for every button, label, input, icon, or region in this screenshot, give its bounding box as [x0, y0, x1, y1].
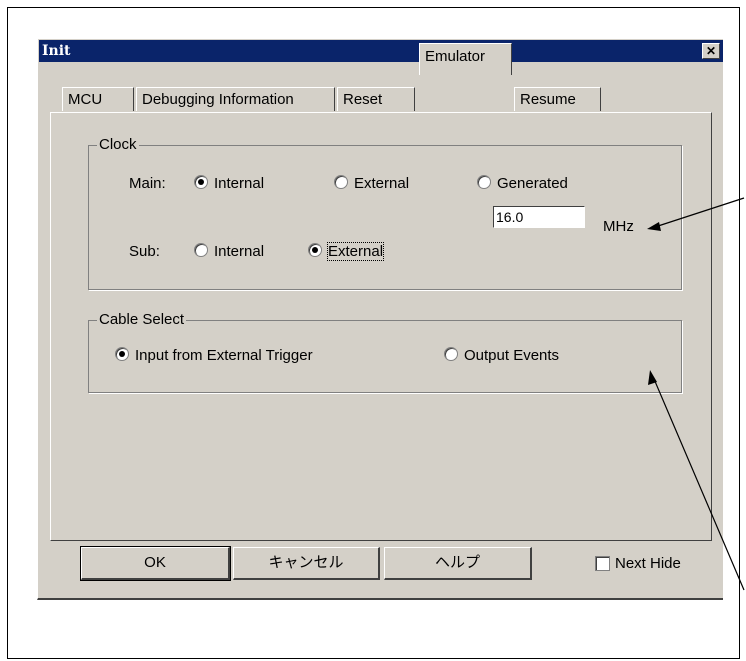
arrowhead-mhz — [647, 222, 661, 231]
arrow-line-mhz — [654, 197, 745, 228]
annotation-arrows — [647, 197, 745, 591]
tab-label: Emulator — [425, 48, 486, 65]
arrow-line-cable — [653, 378, 745, 591]
tab-emulator[interactable]: Emulator — [419, 43, 512, 75]
